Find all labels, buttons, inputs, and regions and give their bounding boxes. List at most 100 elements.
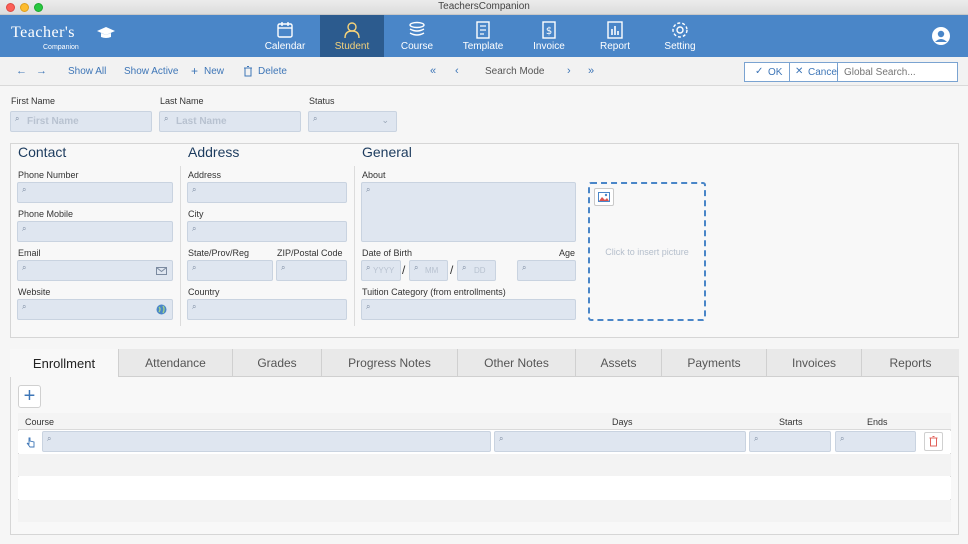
status-select[interactable]: ⌕ ⌄ [308,111,397,132]
tab-payments[interactable]: Payments [662,349,767,377]
search-icon: ⌕ [192,224,197,233]
nav-template-label: Template [462,41,504,52]
address-field[interactable]: ⌕ [187,182,347,203]
search-icon: ⌕ [192,302,197,311]
delete-row-button[interactable] [924,432,943,451]
tab-invoices[interactable]: Invoices [767,349,862,377]
state-field[interactable]: ⌕ [187,260,273,281]
tab-assets[interactable]: Assets [576,349,662,377]
dob-year-field[interactable]: ⌕ YYYY [361,260,401,281]
first-name-label: First Name [11,96,56,106]
tab-grades[interactable]: Grades [233,349,322,377]
phone-number-field[interactable]: ⌕ [17,182,173,203]
address-label: Address [188,170,222,180]
ok-button[interactable]: ✓ OK [744,62,790,82]
age-field[interactable]: ⌕ [517,260,576,281]
nav-student-label: Student [334,41,370,52]
show-all-button[interactable]: Show All [68,66,106,77]
table-header [18,413,951,430]
insert-image-button[interactable] [594,188,614,206]
tuition-category-label: Tuition Category (from entrollments) [362,287,506,297]
starts-cell-field[interactable]: ⌕ [749,431,831,452]
last-name-field[interactable]: ⌕ Last Name [159,111,301,132]
divider [354,166,355,326]
trash-icon[interactable] [243,66,253,77]
last-name-placeholder: Last Name [176,116,227,127]
previous-record-icon[interactable]: ‹ [455,65,459,77]
course-stack-icon [409,21,425,36]
forward-arrow-icon[interactable]: → [36,65,47,77]
picture-container[interactable]: Click to insert picture [588,182,706,321]
search-icon: ⌕ [192,185,197,194]
window-title: TeachersCompanion [438,1,530,12]
tab-reports[interactable]: Reports [862,349,959,377]
course-cell-field[interactable]: ⌕ [42,431,491,452]
global-search-input[interactable] [838,62,958,82]
tab-progress-notes[interactable]: Progress Notes [322,349,458,377]
phone-number-label: Phone Number [18,170,79,180]
svg-text:$: $ [546,26,552,37]
nav-calendar[interactable]: Calendar [253,15,317,57]
back-arrow-icon[interactable]: ← [16,65,27,77]
nav-report[interactable]: Report [583,15,647,57]
pointer-hand-icon[interactable] [26,437,36,448]
dob-month-field[interactable]: ⌕ MM [409,260,448,281]
first-name-field[interactable]: ⌕ First Name [10,111,152,132]
nav-student[interactable]: Student [320,15,384,57]
ends-cell-field[interactable]: ⌕ [835,431,916,452]
search-icon: ⌕ [499,434,504,443]
nav-course[interactable]: Course [385,15,449,57]
zip-field[interactable]: ⌕ [276,260,347,281]
city-field[interactable]: ⌕ [187,221,347,242]
search-icon: ⌕ [366,263,371,272]
ok-label: OK [768,67,783,78]
plus-icon[interactable]: + [191,64,198,78]
delete-button[interactable]: Delete [258,66,287,77]
country-field[interactable]: ⌕ [187,299,347,320]
phone-mobile-field[interactable]: ⌕ [17,221,173,242]
template-icon [476,21,490,39]
website-field[interactable]: ⌕ [17,299,173,320]
country-label: Country [188,287,220,297]
table-row [18,454,951,476]
tuition-category-field[interactable]: ⌕ [361,299,576,320]
dob-day-field[interactable]: ⌕ DD [457,260,496,281]
search-icon: ⌕ [22,224,27,233]
image-icon [598,192,610,202]
table-row [18,500,951,522]
email-field[interactable]: ⌕ [17,260,173,281]
search-icon: ⌕ [22,302,27,311]
dob-month-placeholder: MM [425,266,439,275]
search-icon: ⌕ [22,185,27,194]
show-active-button[interactable]: Show Active [124,66,178,77]
cancel-label: Cancel [808,67,840,78]
add-enrollment-button[interactable]: + [18,385,41,408]
cancel-button[interactable]: ✕ Cancel [789,62,840,82]
user-account-icon[interactable] [931,26,951,46]
next-record-icon[interactable]: › [567,65,571,77]
nav-template[interactable]: Template [451,15,515,57]
chevron-down-icon: ⌄ [381,115,389,125]
date-separator: / [402,263,406,277]
nav-setting[interactable]: Setting [648,15,712,57]
tab-other-notes[interactable]: Other Notes [458,349,576,377]
search-icon: ⌕ [414,263,419,272]
graduation-cap-icon [97,27,115,38]
search-icon: ⌕ [840,434,845,443]
tab-enrollment[interactable]: Enrollment [10,349,119,377]
days-cell-field[interactable]: ⌕ [494,431,746,452]
gear-icon [672,22,688,38]
last-record-icon[interactable]: » [588,65,594,77]
invoice-icon: $ [542,21,556,39]
globe-icon[interactable] [156,304,167,315]
about-textarea[interactable]: ⌕ [361,182,576,242]
envelope-icon[interactable] [156,267,167,275]
first-record-icon[interactable]: « [430,65,436,77]
new-button[interactable]: New [204,66,224,77]
nav-calendar-label: Calendar [264,41,306,52]
nav-invoice[interactable]: $ Invoice [517,15,581,57]
tab-attendance[interactable]: Attendance [119,349,233,377]
logo-line1: Teacher's [11,24,75,41]
report-chart-icon [607,21,623,39]
dob-day-placeholder: DD [474,266,486,275]
